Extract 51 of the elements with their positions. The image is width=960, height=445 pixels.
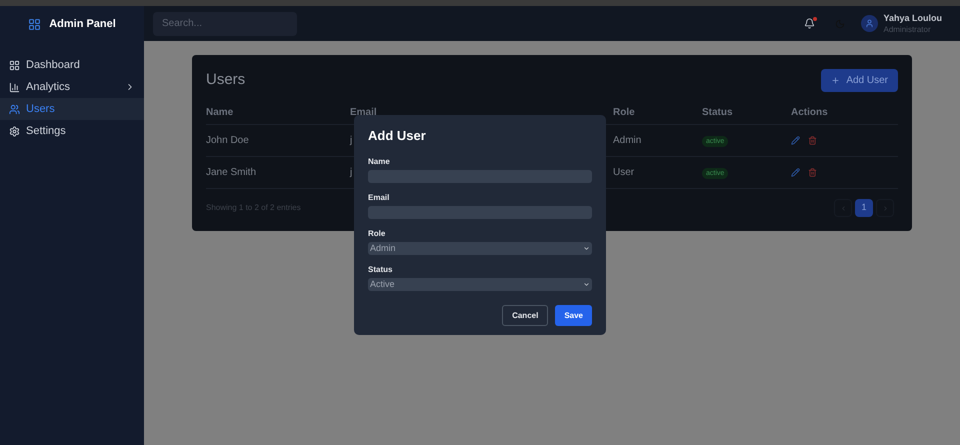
field-label: Status (368, 265, 392, 275)
notification-button[interactable] (804, 18, 816, 29)
bar-chart-icon (9, 82, 20, 92)
sidebar-item[interactable]: Settings (0, 120, 144, 142)
select-field[interactable]: Active (368, 278, 592, 291)
table-cell: John Doe (206, 135, 249, 146)
user-icon (865, 19, 874, 28)
chevron-left-icon (840, 204, 846, 212)
page-button[interactable]: 1 (855, 199, 873, 217)
brand-title: Admin Panel (49, 16, 116, 32)
field-label: Role (368, 229, 386, 239)
user-role: Administrator (883, 24, 932, 34)
table-cell: User (613, 167, 634, 178)
edit-icon[interactable] (791, 136, 800, 145)
plus-icon (831, 76, 840, 85)
field-label: Email (368, 193, 390, 203)
table-cell: j (350, 135, 352, 146)
logo-icon (28, 18, 42, 30)
table-cell: j (350, 167, 352, 178)
save-button[interactable]: Save (555, 305, 592, 326)
field-label: Name (368, 157, 390, 167)
settings-icon (9, 126, 20, 136)
delete-icon[interactable] (808, 136, 817, 145)
users-icon (9, 104, 20, 114)
add-user-button[interactable]: Add User (821, 69, 898, 92)
column-header: Email (350, 107, 377, 118)
select-field[interactable]: Admin (368, 242, 592, 255)
table-cell: Jane Smith (206, 167, 256, 178)
chevron-icon (583, 245, 590, 252)
column-header: Name (206, 107, 234, 118)
sidebar-item[interactable]: Analytics (0, 76, 144, 98)
column-header: Role (613, 107, 635, 118)
user-name: Yahya Loulou (883, 12, 942, 24)
input-field[interactable] (368, 206, 592, 219)
cancel-button[interactable]: Cancel (502, 305, 548, 326)
column-header: Actions (791, 107, 828, 118)
search-field[interactable]: Search... (153, 12, 297, 36)
avatar[interactable] (861, 15, 878, 32)
sidebar-item[interactable]: Users (0, 98, 144, 120)
input-field[interactable] (368, 170, 592, 183)
table-cell: Admin (613, 135, 642, 146)
chevron-right-icon (882, 204, 888, 212)
modal-title: Add User (368, 128, 426, 144)
card-title: Users (206, 70, 246, 90)
column-header: Status (702, 107, 733, 118)
sidebar-item[interactable]: Dashboard (0, 54, 144, 76)
bell-icon (804, 18, 816, 29)
edit-icon[interactable] (791, 168, 800, 177)
grid-icon (9, 60, 20, 70)
delete-icon[interactable] (808, 168, 817, 177)
chevron-icon (583, 281, 590, 288)
